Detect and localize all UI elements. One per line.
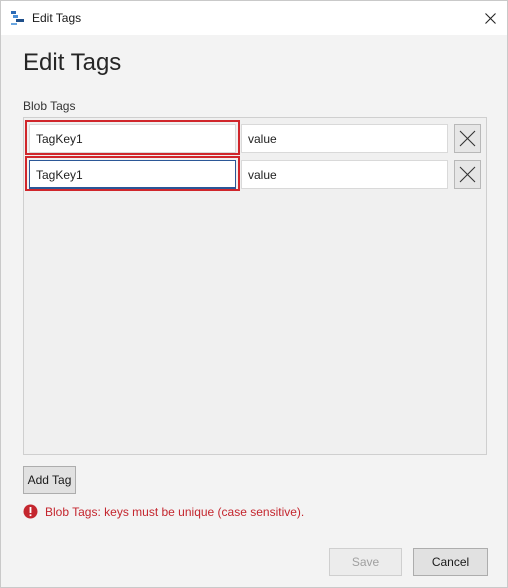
tag-key-input[interactable] — [29, 160, 236, 189]
error-message: Blob Tags: keys must be unique (case sen… — [45, 505, 305, 519]
delete-x-icon — [459, 166, 476, 183]
tag-row — [24, 120, 486, 156]
key-error-outline — [25, 156, 240, 191]
key-error-outline — [25, 120, 240, 155]
tag-value-input[interactable] — [241, 124, 448, 153]
blob-tags-label: Blob Tags — [23, 99, 76, 113]
cancel-button[interactable]: Cancel — [413, 548, 488, 576]
error-icon — [23, 504, 38, 519]
save-button[interactable]: Save — [329, 548, 402, 576]
window-title: Edit Tags — [32, 11, 82, 25]
delete-x-icon — [459, 130, 476, 147]
dialog-heading: Edit Tags — [23, 49, 122, 76]
close-icon — [485, 13, 496, 24]
add-tag-button[interactable]: Add Tag — [23, 466, 76, 494]
tag-key-input[interactable] — [29, 124, 236, 153]
delete-tag-button[interactable] — [454, 160, 481, 189]
tags-list — [23, 117, 487, 455]
delete-tag-button[interactable] — [454, 124, 481, 153]
storage-explorer-icon — [10, 10, 26, 26]
tag-value-input[interactable] — [241, 160, 448, 189]
tag-row — [24, 156, 486, 192]
title-bar: Edit Tags — [1, 1, 507, 35]
edit-tags-dialog: Edit Tags Edit Tags Blob Tags TagKey1 va… — [0, 0, 508, 588]
close-button[interactable] — [473, 1, 507, 35]
